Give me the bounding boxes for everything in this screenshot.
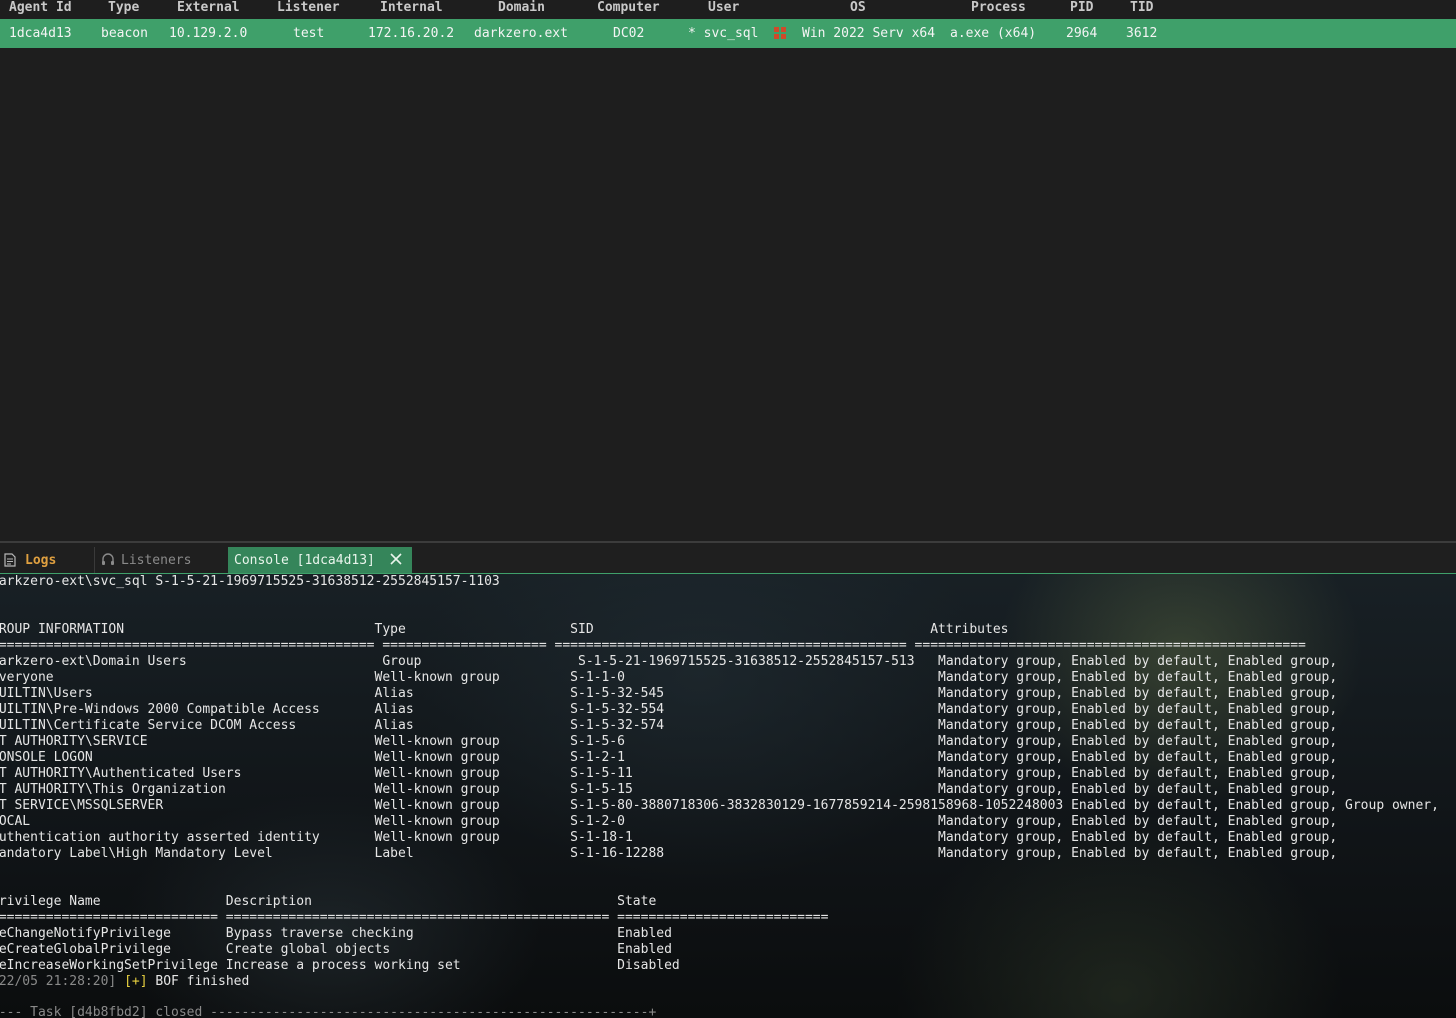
cell-internal: 172.16.20.2 [368, 26, 455, 41]
pane-splitter[interactable] [0, 541, 1456, 543]
tab-console[interactable]: Console [1dca4d13] [228, 547, 412, 573]
tab-logs-label: Logs [25, 553, 57, 568]
col-header-external[interactable]: External [177, 0, 240, 16]
console-line: SeIncreaseWorkingSetPrivilege Increase a… [0, 958, 680, 973]
sessions-pane: Agent Id Type External Listener Internal… [0, 0, 1456, 541]
bof-finished-text: BOF finished [155, 974, 250, 989]
console-line: darkzero-ext\Domain Users Group S-1-5-21… [0, 654, 1338, 669]
col-header-os[interactable]: OS [850, 0, 866, 16]
console-line: Mandatory Label\High Mandatory Level Lab… [0, 846, 1338, 861]
bottom-tab-bar: Logs Listeners Console [1dca4d13] [0, 547, 1456, 574]
windows-icon [774, 27, 787, 40]
console-line: darkzero-ext\svc_sql S-1-5-21-1969715525… [0, 574, 500, 589]
console-line: CONSOLE LOGON Well-known group S-1-2-1 M… [0, 750, 1338, 765]
console-line: NT SERVICE\MSSQLSERVER Well-known group … [0, 798, 1439, 813]
session-row[interactable]: 1dca4d13 beacon 10.129.2.0 test 172.16.2… [0, 19, 1456, 48]
cell-agent-id: 1dca4d13 [9, 26, 72, 41]
cell-process: a.exe (x64) [950, 26, 1037, 41]
console-line: SeChangeNotifyPrivilege Bypass traverse … [0, 926, 672, 941]
tab-listeners[interactable]: Listeners [94, 547, 225, 573]
cell-domain: darkzero.ext [474, 26, 568, 41]
console-line: Privilege Name Description State [0, 894, 657, 909]
col-header-agent-id[interactable]: Agent Id [9, 0, 72, 16]
cell-computer: DC02 [613, 26, 645, 41]
bof-finished-line: [22/05 21:28:20] [+] BOF finished [0, 974, 249, 990]
tab-logs[interactable]: Logs [0, 547, 90, 573]
col-header-type[interactable]: Type [108, 0, 139, 16]
tab-listeners-label: Listeners [121, 553, 192, 568]
console-line: ========================================… [0, 638, 1306, 653]
cell-pid: 2964 [1066, 26, 1098, 41]
task-closed-line: ---- Task [d4b8fbd2] closed ------------… [0, 1005, 657, 1018]
console-line: LOCAL Well-known group S-1-2-0 Mandatory… [0, 814, 1338, 829]
col-header-listener[interactable]: Listener [277, 0, 340, 16]
console-line: BUILTIN\Pre-Windows 2000 Compatible Acce… [0, 702, 1338, 717]
cell-external: 10.129.2.0 [169, 26, 248, 41]
col-header-domain[interactable]: Domain [498, 0, 545, 16]
tab-console-label: Console [1dca4d13] [234, 553, 375, 568]
cell-tid: 3612 [1126, 26, 1158, 41]
col-header-internal[interactable]: Internal [380, 0, 443, 16]
console-line: Everyone Well-known group S-1-1-0 Mandat… [0, 670, 1338, 685]
log-timestamp: [22/05 21:28:20] [0, 974, 117, 989]
console-line: NT AUTHORITY\Authenticated Users Well-kn… [0, 766, 1338, 781]
cell-os: Win 2022 Serv x64 [802, 26, 936, 41]
col-header-computer[interactable]: Computer [597, 0, 660, 16]
console-output[interactable]: darkzero-ext\svc_sql S-1-5-21-1969715525… [0, 574, 1456, 1018]
document-icon [4, 553, 16, 567]
close-icon[interactable] [388, 551, 404, 567]
console-line: NT AUTHORITY\SERVICE Well-known group S-… [0, 734, 1338, 749]
console-line: BUILTIN\Certificate Service DCOM Access … [0, 718, 1338, 733]
cell-type: beacon [101, 26, 148, 41]
cell-user: * svc_sql [688, 26, 759, 41]
headphones-icon [102, 553, 114, 565]
success-marker: [+] [124, 974, 148, 989]
sessions-table-header: Agent Id Type External Listener Internal… [0, 0, 1456, 18]
console-line: Authentication authority asserted identi… [0, 830, 1338, 845]
col-header-pid[interactable]: PID [1070, 0, 1093, 16]
console-line: NT AUTHORITY\This Organization Well-know… [0, 782, 1338, 797]
console-line: BUILTIN\Users Alias S-1-5-32-545 Mandato… [0, 686, 1338, 701]
console-line: SeCreateGlobalPrivilege Create global ob… [0, 942, 672, 957]
col-header-tid[interactable]: TID [1130, 0, 1153, 16]
col-header-user[interactable]: User [708, 0, 739, 16]
console-line: GROUP INFORMATION Type SID Attributes [0, 622, 1009, 637]
col-header-process[interactable]: Process [971, 0, 1026, 16]
cell-listener: test [293, 26, 325, 41]
console-line: ============================= ==========… [0, 910, 829, 925]
